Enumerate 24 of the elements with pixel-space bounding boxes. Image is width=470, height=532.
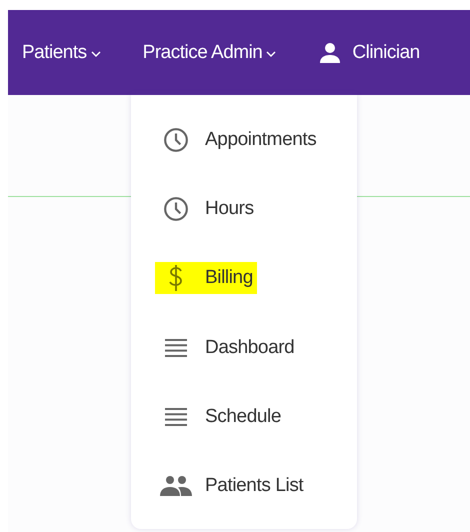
caret-icon — [90, 50, 101, 56]
list-icon — [164, 406, 188, 427]
menu-item-label: Dashboard — [205, 336, 294, 359]
people-icon — [160, 475, 192, 498]
menu-item[interactable]: Schedule — [155, 400, 286, 433]
user-menu-button[interactable]: Clinician — [318, 40, 420, 64]
menu-item[interactable]: Patients List — [155, 470, 308, 502]
caret-icon — [266, 50, 276, 56]
menu-item-label: Billing — [205, 267, 253, 290]
dollar-icon — [168, 265, 184, 292]
menu-item-label: Patients List — [205, 475, 304, 498]
menu-item[interactable]: Dashboard — [155, 332, 298, 364]
menu-item-label: Appointments — [205, 128, 316, 151]
clock-icon — [163, 196, 189, 222]
list-icon — [164, 338, 188, 358]
menu-item[interactable]: Hours — [155, 192, 258, 225]
menu-item-label: Hours — [205, 198, 254, 220]
nav-menu-button[interactable]: Practice Admin — [142, 42, 276, 64]
person-icon — [318, 40, 342, 64]
menu-item[interactable]: Appointments — [155, 124, 320, 156]
menu-item-label: Schedule — [205, 406, 282, 428]
clock-icon — [163, 126, 189, 153]
highlighted-menu-item[interactable]: Billing — [155, 262, 257, 294]
nav-menu-button[interactable]: Patients — [22, 42, 101, 64]
